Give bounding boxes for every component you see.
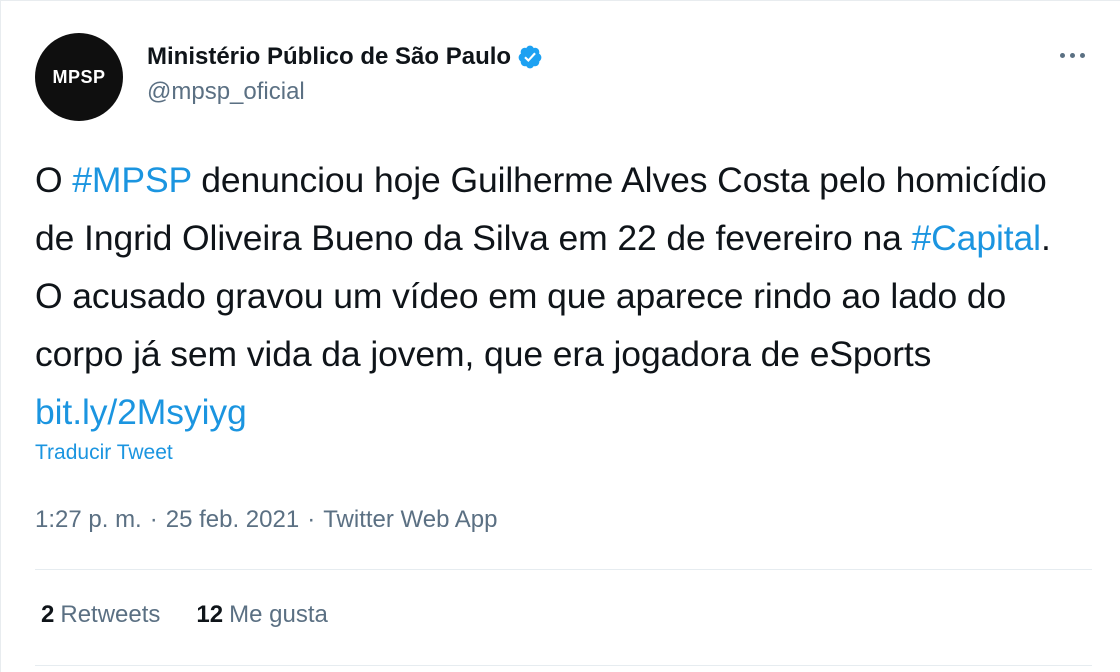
divider [35,569,1092,570]
author-handle[interactable]: @mpsp_oficial [147,78,305,106]
hashtag-link-capital[interactable]: #Capital [912,218,1042,258]
hashtag-link-mpsp[interactable]: #MPSP [72,160,191,200]
tweet-meta: 1:27 p. m. · 25 feb. 2021 · Twitter Web … [35,506,498,534]
translate-tweet-link[interactable]: Traducir Tweet [35,441,173,465]
likes-count: 12 [196,601,224,628]
tweet-text-segment: O [35,160,73,200]
likes-label: Me gusta [229,601,328,628]
tweet-date[interactable]: 25 feb. 2021 [166,506,299,534]
more-options-button[interactable] [1052,37,1092,73]
more-options-icon [1059,52,1065,58]
tweet-stats: 2 Retweets 12 Me gusta [41,601,364,629]
author-name-row: Ministério Público de São Paulo [147,41,543,73]
tweet-source[interactable]: Twitter Web App [323,506,497,534]
meta-separator: · [149,506,158,533]
tweet-card: MPSP Ministério Público de São Paulo @mp… [0,0,1120,672]
retweets-label: Retweets [60,601,161,628]
retweets-stat[interactable]: 2 Retweets [41,601,160,629]
avatar-logo-text: MPSP [52,66,106,87]
author-display-name[interactable]: Ministério Público de São Paulo [147,43,511,71]
url-link[interactable]: bit.ly/2Msyiyg [35,392,247,432]
divider [35,665,1092,666]
avatar[interactable]: MPSP [35,33,123,121]
retweets-count: 2 [41,601,55,628]
tweet-time[interactable]: 1:27 p. m. [35,506,142,534]
likes-stat[interactable]: 12 Me gusta [196,601,327,629]
tweet-text: O #MPSP denunciou hoje Guilherme Alves C… [35,151,1085,441]
meta-separator: · [307,506,316,533]
verified-badge-icon [518,45,542,69]
